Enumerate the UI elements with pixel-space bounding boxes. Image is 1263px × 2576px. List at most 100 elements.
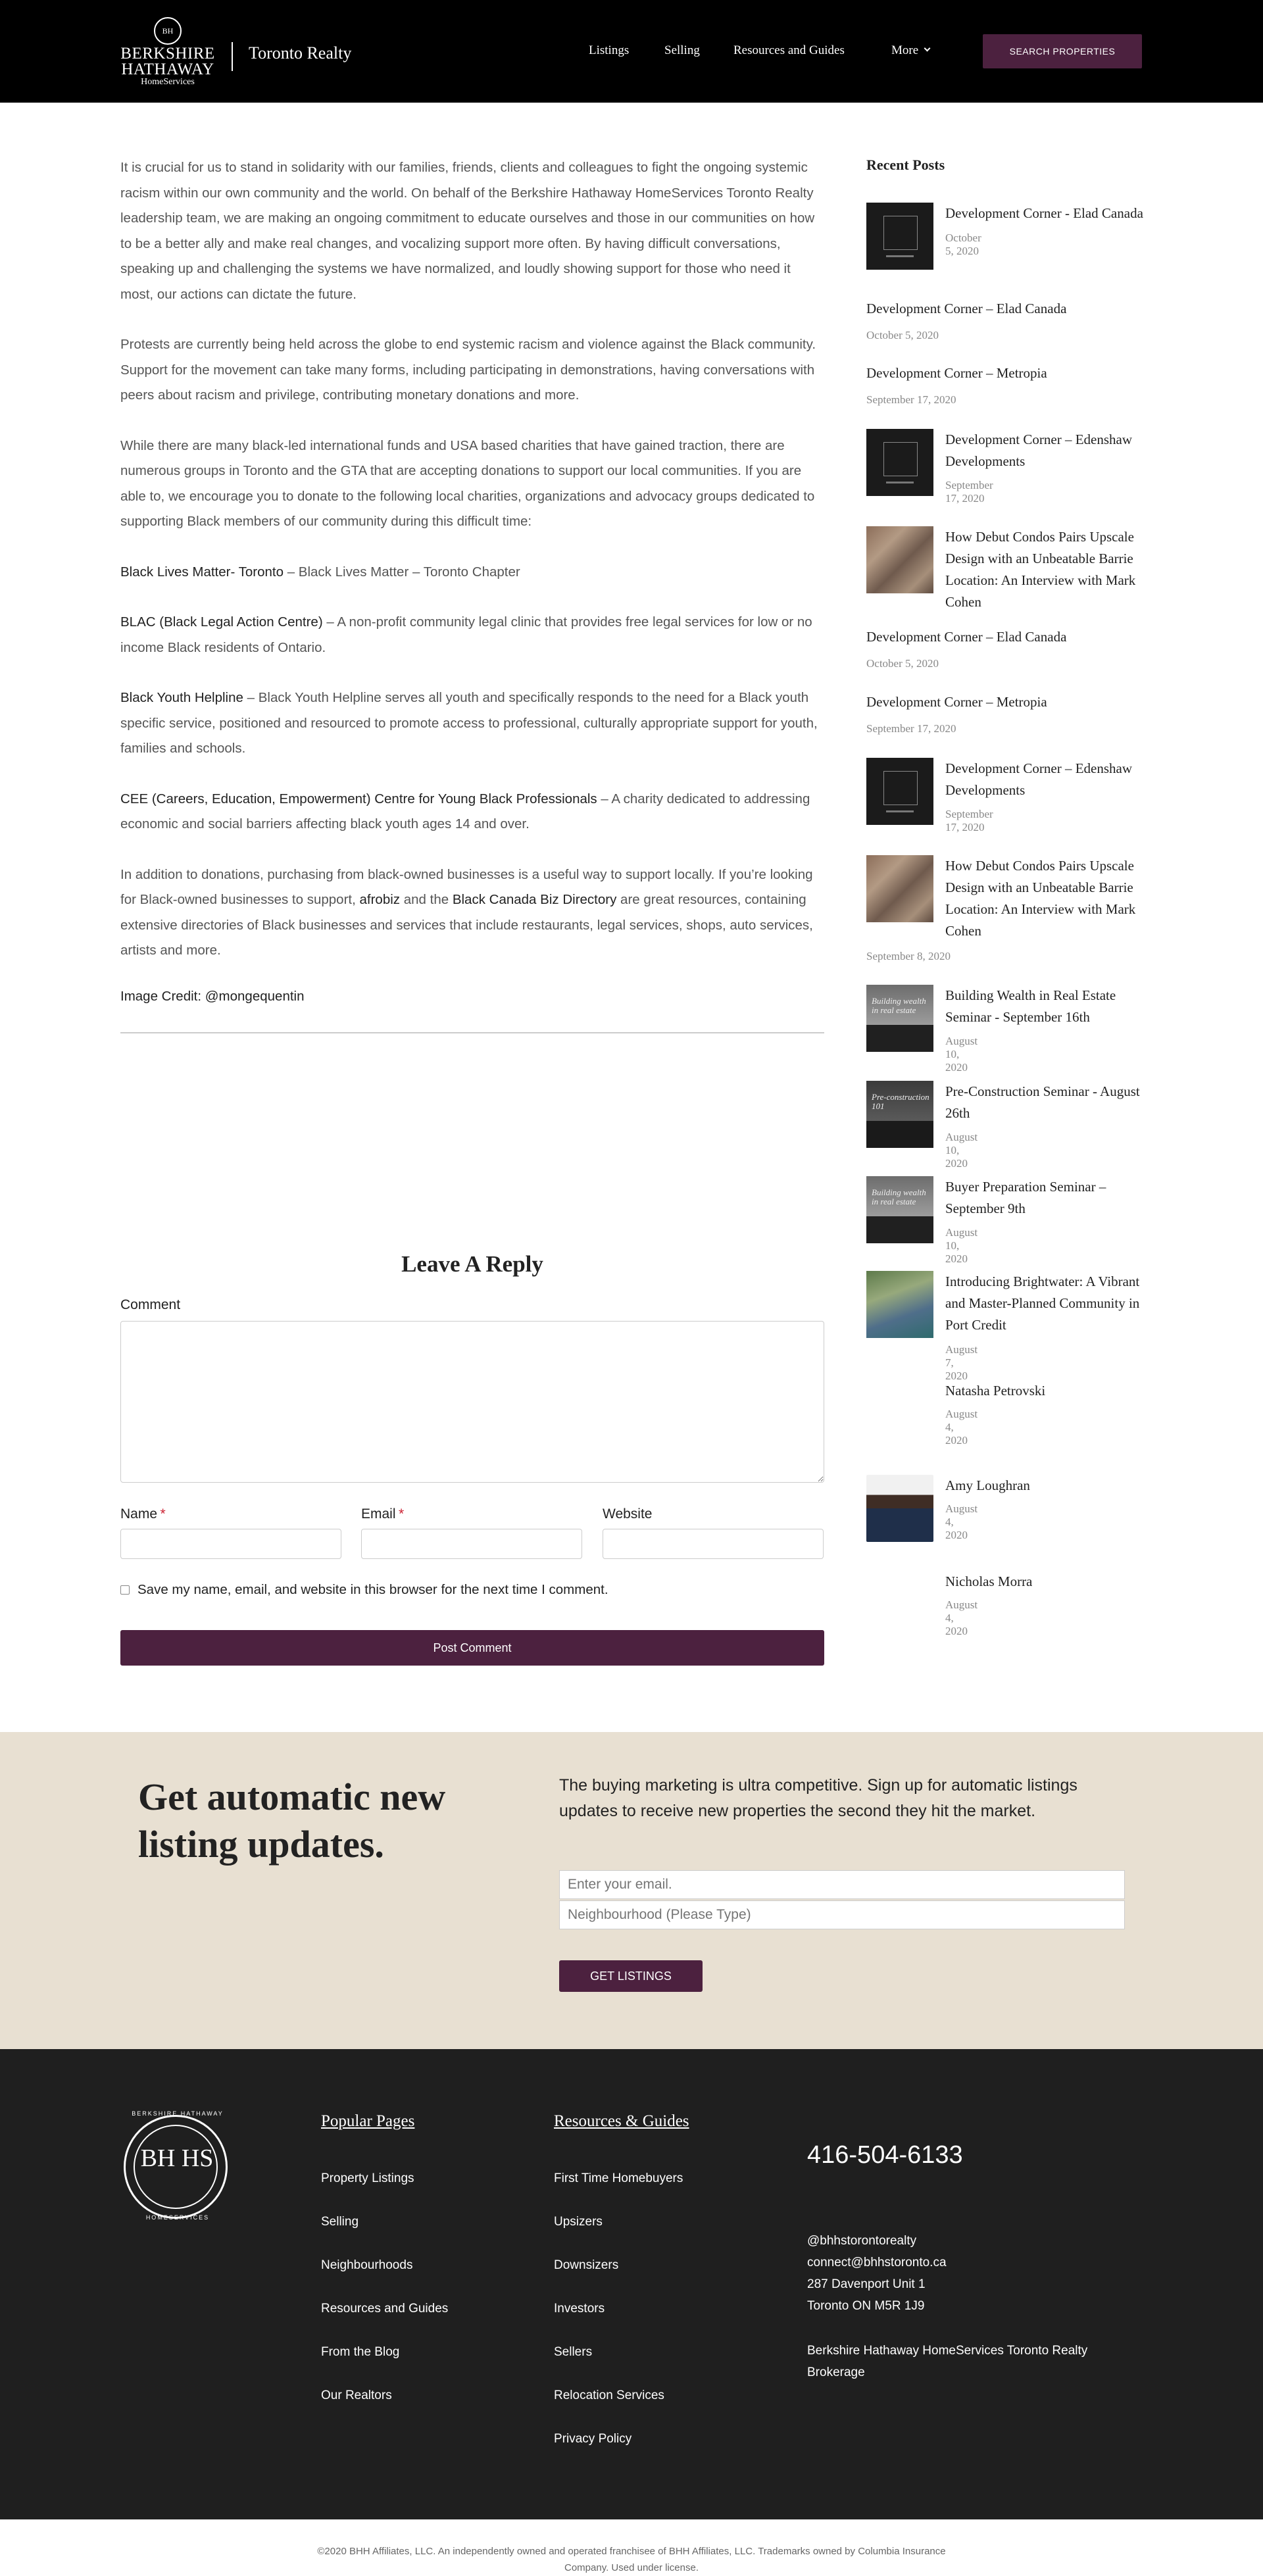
nav-more[interactable]: More [891,43,931,58]
copyright-bar: ©2020 BHH Affiliates, LLC. An independen… [0,2519,1263,2574]
post-link[interactable]: Development Corner – Elad Canada [866,629,1066,645]
post-date: August 7, 2020 [945,1343,978,1382]
cta-copy: The buying marketing is ultra competitiv… [559,1776,1077,1820]
cta-email-input[interactable] [559,1870,1125,1899]
name-input[interactable] [120,1529,341,1559]
footer-phone[interactable]: 416-504-6133 [807,2141,963,2169]
post-link[interactable]: Pre-Construction Seminar - August 26th [945,1081,1162,1124]
post-link[interactable]: Natasha Petrovski [945,1380,1162,1402]
brand-name[interactable]: Toronto Realty [249,43,351,63]
footer-link[interactable]: Sellers [554,2331,689,2374]
post-link[interactable]: Development Corner – Metropia [866,694,1047,710]
post-link[interactable]: Nicholas Morra [945,1571,1162,1593]
popular-pages-title[interactable]: Popular Pages [321,2112,448,2131]
footer-link[interactable]: Downsizers [554,2244,689,2287]
site-header: BH BERKSHIRE HATHAWAY HomeServices Toron… [0,0,1263,103]
post-link[interactable]: Development Corner – Edenshaw Developmen… [945,758,1162,801]
post-thumbnail[interactable] [866,855,933,922]
post-date: August 10, 2020 [945,1035,978,1074]
website-label: Website [603,1506,653,1522]
post-link[interactable]: Introducing Brightwater: A Vibrant and M… [945,1271,1162,1336]
charity-link[interactable]: BLAC (Black Legal Action Centre) [120,614,323,630]
cta-heading: Get automatic new listing updates. [138,1775,446,1866]
footer-link[interactable]: Property Listings [321,2157,448,2200]
logo-divider [232,42,233,71]
footer-link[interactable]: Our Realtors [321,2374,448,2417]
nav-more-label: More [891,43,919,57]
logo-line-1: BERKSHIRE [120,45,215,62]
contact-email[interactable]: connect@bhhstoronto.ca [807,2252,947,2273]
post-link[interactable]: Development Corner – Elad Canada [866,301,1066,317]
post-thumbnail[interactable] [866,1271,933,1338]
post-link[interactable]: Building Wealth in Real Estate Seminar -… [945,985,1162,1028]
post-date: September 17, 2020 [945,479,993,505]
nav-resources-guides[interactable]: Resources and Guides [733,43,845,58]
post-date: October 5, 2020 [866,657,939,670]
instagram-handle[interactable]: @bhhstorontorealty [807,2230,947,2252]
thumbnail-text: Pre-construction 101 [872,1092,929,1111]
nav-selling[interactable]: Selling [664,43,700,58]
post-link[interactable]: How Debut Condos Pairs Upscale Design wi… [945,526,1162,613]
email-input[interactable] [361,1529,582,1559]
save-info-checkbox[interactable] [120,1585,130,1595]
post-thumbnail[interactable] [866,526,933,593]
footer-link[interactable]: Investors [554,2287,689,2331]
post-date: August 4, 2020 [945,1408,978,1447]
bhhs-seal-logo[interactable]: BERKSHIRE HATHAWAY BH HS HOMESERVICES [124,2110,228,2221]
post-link[interactable]: Amy Loughran [945,1475,1162,1497]
seal-ring-text: HOMESERVICES [145,2214,210,2221]
post-thumbnail[interactable]: Building wealth in real estate [866,985,933,1052]
save-info-row: Save my name, email, and website in this… [120,1582,608,1598]
charity-link[interactable]: Black Youth Helpline [120,690,243,705]
seal-inner: BH HS [134,2125,218,2209]
charity-link[interactable]: CEE (Careers, Education, Empowerment) Ce… [120,791,597,806]
footer-link[interactable]: From the Blog [321,2331,448,2374]
post-link[interactable]: Development Corner - Elad Canada [945,203,1162,224]
post-thumbnail[interactable] [866,203,933,270]
post-date: August 4, 2020 [945,1598,978,1637]
footer-link[interactable]: Upsizers [554,2200,689,2244]
thumbnail-text: Building wealth in real estate [872,1187,926,1206]
cta-neighbourhood-input[interactable] [559,1900,1125,1929]
footer-link[interactable]: Selling [321,2200,448,2244]
post-thumbnail[interactable]: Building wealth in real estate [866,1176,933,1243]
website-input[interactable] [603,1529,824,1559]
footer-link[interactable]: First Time Homebuyers [554,2157,689,2200]
nav-listings[interactable]: Listings [589,43,629,58]
listing-updates-cta: Get automatic new listing updates. The b… [0,1732,1263,2049]
logo-seal-icon: BH [154,17,182,45]
post-thumbnail[interactable]: Pre-construction 101 [866,1081,933,1148]
afrobiz-link[interactable]: afrobiz [360,892,401,907]
copyright-text: ©2020 BHH Affiliates, LLC. An independen… [317,2546,946,2573]
post-link[interactable]: How Debut Condos Pairs Upscale Design wi… [945,855,1162,942]
post-date: October 5, 2020 [866,329,939,341]
post-date: August 10, 2020 [945,1131,978,1170]
footer-link[interactable]: Privacy Policy [554,2417,689,2461]
post-link[interactable]: Development Corner – Edenshaw Developmen… [945,429,1162,472]
site-footer: BERKSHIRE HATHAWAY BH HS HOMESERVICES Po… [0,2049,1263,2519]
post-comment-button[interactable]: Post Comment [120,1630,824,1666]
search-properties-button[interactable]: SEARCH PROPERTIES [983,34,1142,68]
popular-pages-column: Popular Pages Property Listings Selling … [321,2112,448,2417]
article-body: It is crucial for us to stand in solidar… [120,155,824,1033]
post-date: September 17, 2020 [945,808,993,833]
resources-title[interactable]: Resources & Guides [554,2112,689,2131]
black-canada-biz-link[interactable]: Black Canada Biz Directory [453,892,617,907]
get-listings-button[interactable]: GET LISTINGS [559,1960,703,1992]
email-field: Email * [361,1506,582,1559]
footer-link[interactable]: Relocation Services [554,2374,689,2417]
bhhs-logo[interactable]: BH BERKSHIRE HATHAWAY HomeServices [118,17,217,87]
footer-link[interactable]: Neighbourhoods [321,2244,448,2287]
charity-link[interactable]: Black Lives Matter- Toronto [120,564,284,580]
post-thumbnail[interactable] [866,1475,933,1542]
post-thumbnail[interactable] [866,758,933,825]
post-date: September 17, 2020 [866,393,956,406]
comment-textarea[interactable] [120,1321,824,1483]
footer-link[interactable]: Resources and Guides [321,2287,448,2331]
post-date: August 4, 2020 [945,1502,978,1541]
post-thumbnail[interactable] [866,429,933,496]
charity-item: Black Youth Helpline – Black Youth Helpl… [120,685,824,762]
seal-ring-text: BERKSHIRE HATHAWAY [132,2110,224,2117]
post-link[interactable]: Development Corner – Metropia [866,365,1047,382]
post-link[interactable]: Buyer Preparation Seminar – September 9t… [945,1176,1162,1220]
